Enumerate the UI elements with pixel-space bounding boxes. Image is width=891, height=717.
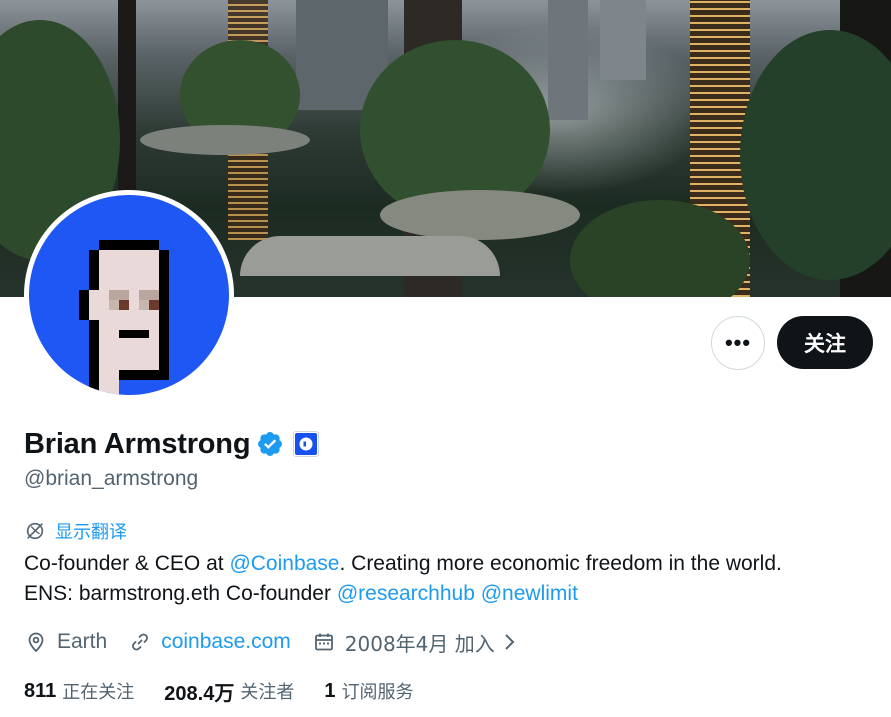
more-dots-icon: •••: [724, 330, 752, 355]
mention-researchhub-link[interactable]: @researchhub: [337, 582, 475, 605]
display-name: Brian Armstrong: [24, 427, 251, 460]
banner-building: [548, 0, 588, 120]
location-item: Earth: [24, 630, 107, 654]
profile-bio: Co-founder & CEO at @Coinbase. Creating …: [24, 549, 874, 609]
profile-stats: 811 正在关注 208.4万 关注者 1 订阅服务: [24, 676, 443, 706]
bio-line-2: ENS: barmstrong.eth Co-founder @research…: [24, 579, 874, 609]
more-options-button[interactable]: •••: [711, 316, 765, 370]
followers-count: 208.4万: [164, 682, 235, 705]
calendar-icon: [314, 633, 333, 651]
joined-date-text: 2008年4月 加入: [344, 631, 495, 656]
verified-badge-icon[interactable]: [256, 430, 284, 458]
translate-globe-icon: [26, 522, 44, 540]
following-count: 811: [24, 679, 57, 702]
follow-button[interactable]: 关注: [777, 316, 873, 369]
location-pin-icon: [28, 632, 44, 653]
bio-line-1: Co-founder & CEO at @Coinbase. Creating …: [24, 549, 874, 579]
avatar-image: [29, 195, 229, 395]
location-text: Earth: [57, 630, 108, 653]
mention-newlimit-link[interactable]: @newlimit: [481, 582, 578, 605]
subscriptions-label: 订阅服务: [341, 682, 414, 703]
chevron-right-icon: [505, 634, 515, 650]
link-icon: [132, 633, 149, 651]
website-item[interactable]: coinbase.com: [128, 630, 291, 654]
show-translation-link[interactable]: 显示翻译: [24, 518, 127, 544]
followers-stat-link[interactable]: 208.4万 关注者: [164, 677, 294, 706]
banner-walkway: [380, 190, 580, 240]
joined-item[interactable]: 2008年4月 加入: [312, 628, 526, 657]
banner-building: [600, 0, 646, 80]
banner-walkway: [140, 125, 310, 155]
profile-name-row: Brian Armstrong: [24, 424, 320, 464]
following-stat-link[interactable]: 811 正在关注: [24, 678, 134, 704]
followers-label: 关注者: [240, 682, 295, 703]
profile-handle: @brian_armstrong: [24, 467, 199, 490]
profile-meta: Earth coinbase.com 2008年4月 加入: [24, 626, 547, 658]
bio-text: . Creating more economic freedom in the …: [339, 552, 782, 575]
banner-foliage: [740, 30, 891, 280]
mention-coinbase-link[interactable]: @Coinbase: [229, 552, 339, 575]
banner-walkway: [240, 236, 500, 276]
affiliate-badge[interactable]: [293, 431, 320, 457]
following-label: 正在关注: [62, 682, 135, 703]
website-link[interactable]: coinbase.com: [161, 630, 291, 654]
translate-label: 显示翻译: [55, 522, 127, 543]
follow-button-label: 关注: [804, 331, 846, 356]
subscriptions-stat-link[interactable]: 1 订阅服务: [324, 678, 413, 704]
subscriptions-count: 1: [324, 679, 336, 702]
bio-text: Co-founder & CEO at: [24, 552, 230, 575]
coinbase-logo-icon: [295, 433, 318, 455]
profile-avatar[interactable]: [24, 190, 234, 400]
bio-text: ENS: barmstrong.eth Co-founder: [24, 582, 337, 605]
